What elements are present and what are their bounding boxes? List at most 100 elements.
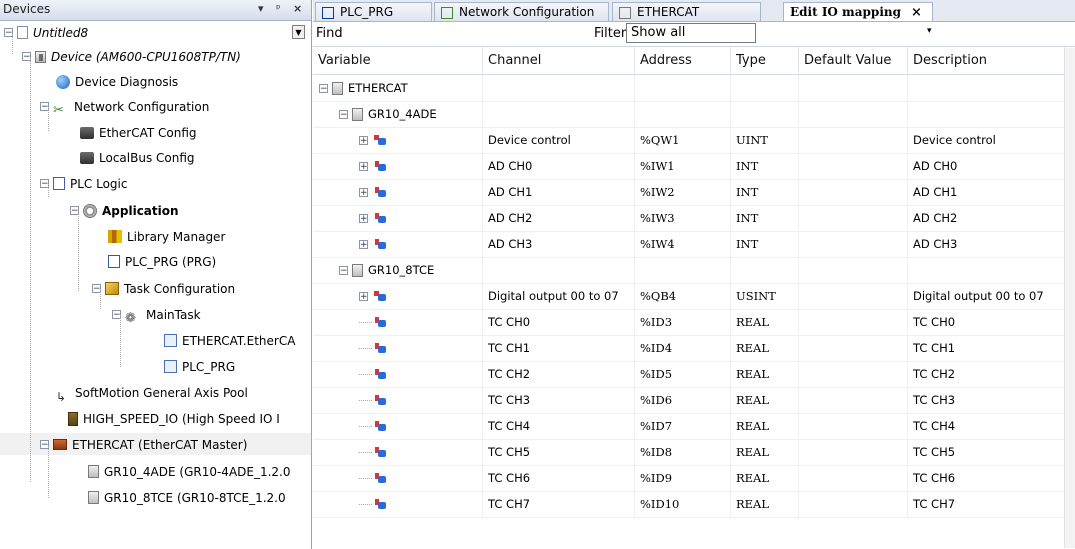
tree-item-high-speed-io-high-speed-io-i[interactable]: HIGH_SPEED_IO (High Speed IO I	[68, 407, 280, 429]
tree-item-plc-logic[interactable]: − PLC Logic	[40, 172, 127, 194]
tab-network-configuration[interactable]: Network Configuration	[434, 2, 609, 21]
column-header-description[interactable]: Description	[908, 47, 1065, 74]
default-cell[interactable]	[799, 361, 908, 387]
column-header-variable[interactable]: Variable	[313, 47, 483, 74]
collapse-toggle-icon[interactable]: −	[319, 84, 328, 94]
table-row[interactable]: + AD CH3 %IW4 INT AD CH3	[313, 231, 1065, 258]
variable-cell[interactable]: +	[313, 153, 483, 179]
tree-item-maintask[interactable]: − ❁ MainTask	[112, 303, 201, 326]
expand-toggle-icon[interactable]: +	[359, 214, 368, 224]
tab-plc-prg[interactable]: PLC_PRG	[315, 2, 432, 21]
default-cell[interactable]	[799, 439, 908, 465]
variable-cell[interactable]	[313, 439, 483, 465]
default-cell[interactable]	[799, 153, 908, 179]
variable-cell[interactable]	[313, 491, 483, 517]
variable-cell[interactable]: − GR10_8TCE	[313, 257, 483, 283]
variable-cell[interactable]	[313, 335, 483, 361]
default-cell[interactable]	[799, 283, 908, 309]
expand-toggle-icon[interactable]: +	[359, 136, 368, 146]
table-row[interactable]: TC CH7 %ID10 REAL TC CH7	[313, 491, 1065, 518]
default-cell[interactable]	[799, 231, 908, 257]
table-row[interactable]: + AD CH2 %IW3 INT AD CH2	[313, 205, 1065, 232]
vertical-scrollbar[interactable]	[1064, 48, 1075, 548]
variable-cell[interactable]	[313, 309, 483, 335]
tree-item-plc-prg[interactable]: PLC_PRG	[164, 355, 235, 377]
input-channel-icon	[372, 446, 388, 459]
table-row[interactable]: − GR10_8TCE	[313, 257, 1065, 284]
tree-item-application[interactable]: − Application	[70, 199, 179, 221]
default-cell[interactable]	[799, 309, 908, 335]
close-panel-icon[interactable]: ×	[293, 2, 302, 15]
tree-item-ethercat-config[interactable]: EtherCAT Config	[80, 121, 197, 143]
default-cell[interactable]	[799, 179, 908, 205]
default-cell[interactable]	[799, 127, 908, 153]
tab-edit-io-mapping[interactable]: Edit IO mapping ×	[783, 2, 933, 21]
column-header-default-value[interactable]: Default Value	[799, 47, 908, 74]
table-row[interactable]: − GR10_4ADE	[313, 101, 1065, 128]
default-cell[interactable]	[799, 387, 908, 413]
table-row[interactable]: TC CH1 %ID4 REAL TC CH1	[313, 335, 1065, 362]
default-cell[interactable]	[799, 75, 908, 101]
tab-ethercat[interactable]: ETHERCAT	[612, 2, 761, 21]
tree-item-device-am600-cpu1608tp-tn[interactable]: − Device (AM600-CPU1608TP/TN)	[22, 45, 241, 67]
default-cell[interactable]	[799, 491, 908, 517]
column-header-address[interactable]: Address	[635, 47, 731, 74]
chevron-down-icon[interactable]: ▾	[927, 26, 932, 36]
table-row[interactable]: TC CH5 %ID8 REAL TC CH5	[313, 439, 1065, 466]
expand-toggle-icon[interactable]: +	[359, 292, 368, 302]
tree-item-network-configuration[interactable]: − ✂ Network Configuration	[40, 95, 209, 118]
table-row[interactable]: TC CH0 %ID3 REAL TC CH0	[313, 309, 1065, 336]
default-cell[interactable]	[799, 465, 908, 491]
tree-item-untitled8[interactable]: − Untitled8	[4, 21, 88, 43]
table-row[interactable]: TC CH2 %ID5 REAL TC CH2	[313, 361, 1065, 388]
tree-item-gr10-4ade-gr10-4ade-1-2-0[interactable]: GR10_4ADE (GR10-4ADE_1.2.0	[88, 460, 291, 482]
tree-item-ethercat-etherca[interactable]: ETHERCAT.EtherCA	[164, 329, 295, 351]
variable-cell[interactable]: − GR10_4ADE	[313, 101, 483, 127]
tree-item-ethercat-ethercat-master[interactable]: − ETHERCAT (EtherCAT Master)	[0, 433, 311, 455]
project-dropdown-button[interactable]: ▼	[292, 25, 305, 39]
collapse-toggle-icon[interactable]: −	[339, 110, 348, 120]
variable-cell[interactable]: +	[313, 205, 483, 231]
pin-icon[interactable]: ᵖ	[276, 2, 281, 15]
variable-cell[interactable]	[313, 465, 483, 491]
table-row[interactable]: + AD CH1 %IW2 INT AD CH1	[313, 179, 1065, 206]
filter-select[interactable]: Show all	[626, 23, 756, 43]
tree-item-softmotion-general-axis-pool[interactable]: ↳ SoftMotion General Axis Pool	[56, 381, 248, 404]
column-header-type[interactable]: Type	[731, 47, 799, 74]
table-row[interactable]: TC CH4 %ID7 REAL TC CH4	[313, 413, 1065, 440]
variable-cell[interactable]	[313, 413, 483, 439]
default-cell[interactable]	[799, 413, 908, 439]
tree-item-localbus-config[interactable]: LocalBus Config	[80, 146, 195, 168]
variable-cell[interactable]: +	[313, 283, 483, 309]
default-cell[interactable]	[799, 257, 908, 283]
table-row[interactable]: + Digital output 00 to 07 %QB4 USINT Digital…	[313, 283, 1065, 310]
table-row[interactable]: + Device control %QW1 UINT Device control	[313, 127, 1065, 154]
expand-toggle-icon[interactable]: +	[359, 240, 368, 250]
variable-cell[interactable]	[313, 361, 483, 387]
variable-cell[interactable]	[313, 387, 483, 413]
close-tab-icon[interactable]: ×	[911, 5, 922, 20]
tree-item-task-configuration[interactable]: − Task Configuration	[92, 277, 235, 299]
variable-cell[interactable]: − ETHERCAT	[313, 75, 483, 101]
tree-item-library-manager[interactable]: Library Manager	[108, 225, 225, 247]
table-row[interactable]: TC CH3 %ID6 REAL TC CH3	[313, 387, 1065, 414]
expand-toggle-icon[interactable]: +	[359, 188, 368, 198]
default-cell[interactable]	[799, 335, 908, 361]
default-cell[interactable]	[799, 101, 908, 127]
table-row[interactable]: TC CH6 %ID9 REAL TC CH6	[313, 465, 1065, 492]
tree-item-gr10-8tce-gr10-8tce-1-2-0[interactable]: GR10_8TCE (GR10-8TCE_1.2.0	[88, 486, 286, 508]
variable-cell[interactable]: +	[313, 231, 483, 257]
column-header-channel[interactable]: Channel	[483, 47, 635, 74]
table-row[interactable]: − ETHERCAT	[313, 75, 1065, 102]
table-row[interactable]: + AD CH0 %IW1 INT AD CH0	[313, 153, 1065, 180]
io-mapping-toolbar: Find Filter Show all ▾	[313, 22, 1075, 47]
variable-cell[interactable]: +	[313, 179, 483, 205]
panel-menu-icon[interactable]: ▾	[258, 2, 264, 15]
expand-toggle-icon[interactable]: +	[359, 162, 368, 172]
variable-cell[interactable]: +	[313, 127, 483, 153]
tree-item-plc-prg-prg[interactable]: PLC_PRG (PRG)	[108, 250, 216, 272]
tree-item-device-diagnosis[interactable]: Device Diagnosis	[56, 70, 178, 92]
output-channel-icon	[372, 134, 388, 147]
default-cell[interactable]	[799, 205, 908, 231]
collapse-toggle-icon[interactable]: −	[339, 266, 348, 276]
